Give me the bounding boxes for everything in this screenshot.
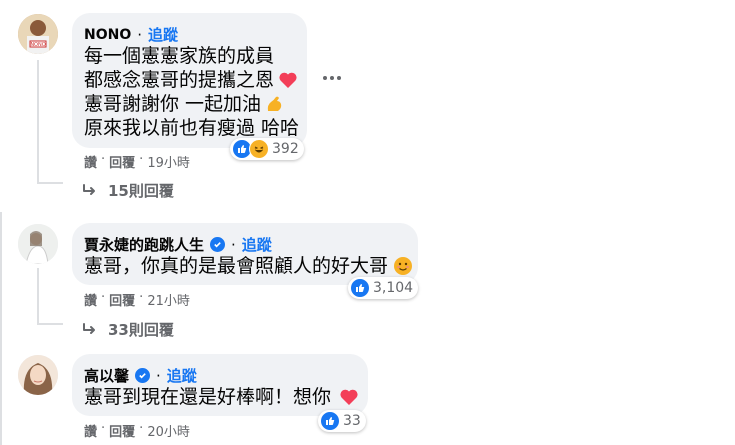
section-divider — [0, 212, 2, 445]
avatar-photo — [18, 224, 58, 264]
comment-text: 都感念憲哥的提攜之恩 — [84, 69, 275, 91]
reaction-count: 33 — [343, 413, 361, 429]
reaction-count: 3,104 — [373, 280, 414, 296]
comment-text: 原來我以前也有瘦過 哈哈 — [84, 117, 300, 139]
smiling-face-icon — [394, 257, 413, 275]
comment-author[interactable]: NONO — [84, 27, 131, 43]
like-button[interactable]: 讚 — [84, 152, 97, 171]
reaction-summary[interactable]: 392 — [230, 138, 304, 160]
replies-count: 33則回覆 — [108, 321, 174, 339]
comment-text-line: 憲哥謝謝你 一起加油 — [84, 92, 285, 116]
avatar-label: NONO — [30, 42, 45, 48]
thread-line-curve — [37, 323, 63, 325]
reply-button[interactable]: 回覆 — [109, 152, 135, 171]
reply-arrow-icon — [83, 183, 95, 195]
comment-actions: 讚 · 回覆 · 19小時 — [84, 152, 190, 171]
avatar-photo — [18, 355, 58, 395]
view-replies-link[interactable]: 15則回覆 — [82, 180, 174, 201]
comment-text: 憲哥謝謝你 一起加油 — [84, 93, 262, 115]
verified-badge-icon — [135, 368, 151, 383]
avatar[interactable] — [18, 355, 58, 395]
reply-button[interactable]: 回覆 — [109, 421, 135, 440]
separator-dot: · — [137, 25, 143, 44]
comment-header: 賈永婕的跑跳人生 · 追蹤 — [84, 234, 272, 255]
more-options-button[interactable] — [322, 70, 342, 86]
separator-dot: · — [101, 290, 106, 305]
separator-dot: · — [231, 235, 236, 254]
separator-dot: · — [139, 152, 144, 167]
separator-dot: · — [101, 421, 106, 436]
reply-arrow-icon — [83, 322, 95, 334]
comment-actions: 讚 · 回覆 · 20小時 — [84, 421, 190, 440]
separator-dot: · — [156, 366, 161, 385]
heart-icon — [279, 72, 297, 88]
avatar[interactable] — [18, 224, 58, 264]
comment-text-line: 都感念憲哥的提攜之恩 — [84, 68, 298, 92]
comment-timestamp[interactable]: 21小時 — [147, 290, 190, 309]
comment-text: 憲哥，你真的是最會照顧人的好大哥 — [84, 255, 389, 277]
follow-link[interactable]: 追蹤 — [148, 24, 178, 45]
comment-text-line: 原來我以前也有瘦過 哈哈 — [84, 116, 299, 140]
comment-actions: 讚 · 回覆 · 21小時 — [84, 290, 190, 309]
comment-text-line: 憲哥，你真的是最會照顧人的好大哥 — [84, 254, 413, 278]
heart-icon — [340, 389, 358, 405]
like-button[interactable]: 讚 — [84, 421, 97, 440]
verified-badge-icon — [210, 237, 226, 252]
comment-text-line: 每一個憲憲家族的成員 — [84, 44, 274, 68]
thread-line — [37, 268, 39, 324]
separator-dot: · — [139, 421, 144, 436]
follow-link[interactable]: 追蹤 — [167, 365, 197, 386]
separator-dot: · — [101, 152, 106, 167]
reaction-summary[interactable]: 3,104 — [348, 277, 419, 299]
haha-icon — [249, 139, 269, 159]
thread-line-curve — [37, 182, 63, 184]
comment-header: NONO · 追蹤 — [84, 24, 178, 45]
comment-header: 高以馨 · 追蹤 — [84, 365, 197, 386]
avatar[interactable]: NONO — [18, 14, 58, 54]
comment-timestamp[interactable]: 19小時 — [147, 152, 190, 171]
reaction-count: 392 — [272, 141, 299, 157]
view-replies-link[interactable]: 33則回覆 — [82, 319, 174, 340]
separator-dot: · — [139, 290, 144, 305]
comment-author[interactable]: 高以馨 — [84, 365, 129, 386]
thread-line — [37, 60, 39, 182]
follow-link[interactable]: 追蹤 — [242, 234, 272, 255]
replies-count: 15則回覆 — [108, 182, 174, 200]
reply-button[interactable]: 回覆 — [109, 290, 135, 309]
like-icon — [320, 411, 340, 431]
flexed-biceps-icon — [267, 96, 282, 111]
comment-text: 每一個憲憲家族的成員 — [84, 45, 275, 67]
avatar-photo: NONO — [18, 14, 58, 54]
like-icon — [350, 278, 370, 298]
comment-author[interactable]: 賈永婕的跑跳人生 — [84, 234, 204, 255]
reaction-summary[interactable]: 33 — [318, 410, 366, 432]
like-button[interactable]: 讚 — [84, 290, 97, 309]
comment-text: 憲哥到現在還是好棒啊！想你 — [84, 386, 332, 408]
comment-timestamp[interactable]: 20小時 — [147, 421, 190, 440]
comment-text-line: 憲哥到現在還是好棒啊！想你 — [84, 385, 359, 409]
